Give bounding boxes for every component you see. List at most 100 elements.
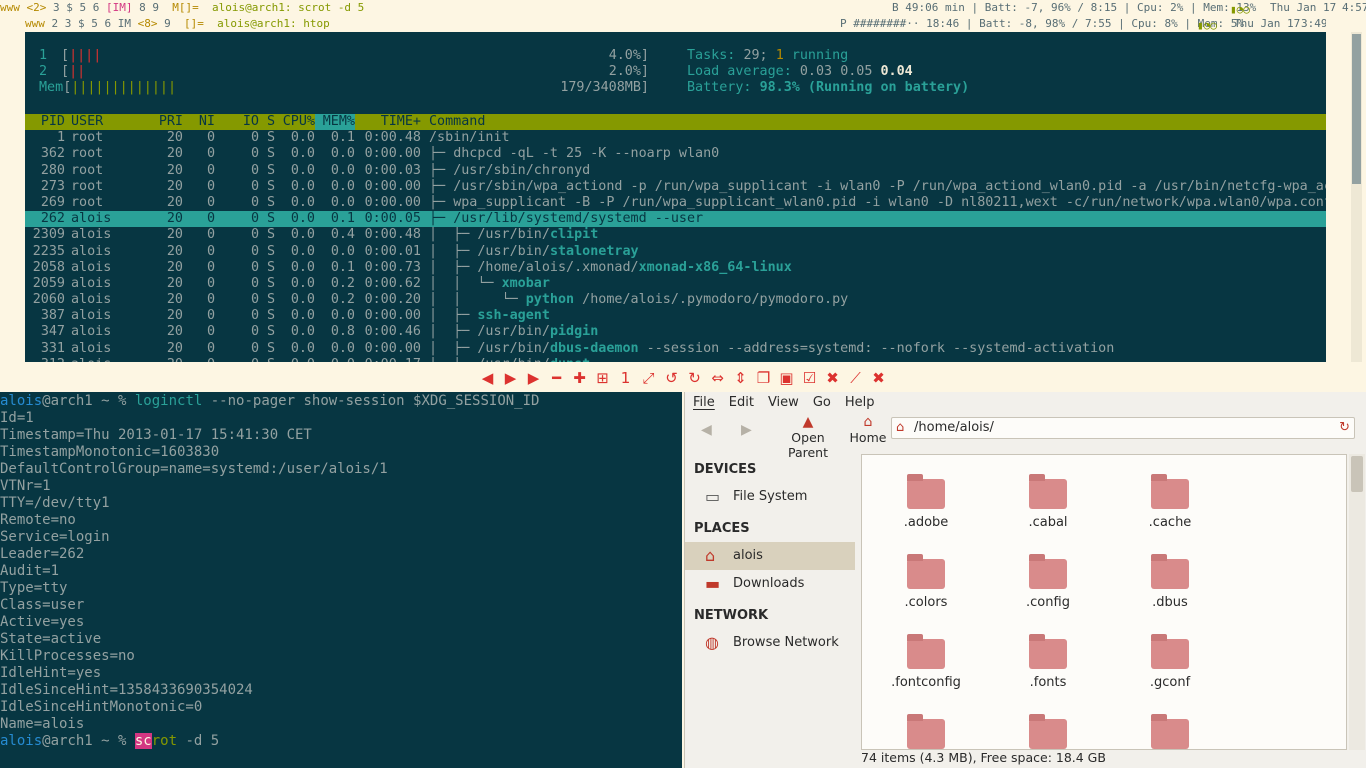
tray-icons[interactable]: ▮◔◯ xyxy=(1197,18,1217,32)
zoom-in-icon[interactable]: ✚ xyxy=(571,369,588,387)
scroll-thumb[interactable] xyxy=(1352,34,1361,184)
process-row[interactable]: 2058 alois 20 0 0 S 0.0 0.1 0:00.73 │ ├─ /home/al… xyxy=(25,260,1326,276)
htop-window[interactable]: 1[|||| 4.0%] 2[|| 2.0%] Mem[||||||||||||| 1… xyxy=(25,32,1326,362)
menu-view[interactable]: View xyxy=(768,392,799,414)
htop-meters: 1[|||| 4.0%] 2[|| 2.0%] Mem[||||||||||||| 1… xyxy=(25,32,1326,104)
prev-icon[interactable]: ◀ xyxy=(479,369,496,387)
scroll-thumb[interactable] xyxy=(1351,456,1363,492)
file-item[interactable]: .cabal xyxy=(993,474,1103,530)
file-item[interactable] xyxy=(993,714,1103,749)
file-item[interactable] xyxy=(1115,714,1225,749)
prompt-line-2[interactable]: alois@arch1 ~ % scrot -d 5 xyxy=(0,733,682,750)
process-row[interactable]: 2060 alois 20 0 0 S 0.0 0.2 0:00.20 │ │ └─ python… xyxy=(25,292,1326,308)
col-pid[interactable]: PID xyxy=(25,114,65,130)
process-row[interactable]: 262 alois 20 0 0 S 0.0 0.1 0:00.05 ├─ /usr/lib/sy… xyxy=(25,211,1326,228)
menu-help[interactable]: Help xyxy=(845,392,875,414)
cell-user: alois xyxy=(71,340,112,356)
cell-pri: 20 xyxy=(166,162,183,178)
process-row[interactable]: 2059 alois 20 0 0 S 0.0 0.2 0:00.62 │ │ └─ xmobar xyxy=(25,276,1326,292)
fit-icon[interactable]: ⊞ xyxy=(594,369,611,387)
col-io[interactable]: IO xyxy=(215,114,259,130)
forward-button[interactable]: ▶ xyxy=(741,422,752,438)
delete-icon[interactable]: ✖ xyxy=(870,369,887,387)
sidebar-item-home[interactable]: ⌂ alois xyxy=(685,542,855,570)
menu-go[interactable]: Go xyxy=(813,392,831,414)
file-item[interactable] xyxy=(871,714,981,749)
file-manager-window[interactable]: File Edit View Go Help ◀ ▶ ▲ Open Parent … xyxy=(684,392,1366,768)
col-user[interactable]: USER xyxy=(65,114,135,130)
output-line: Id=1 xyxy=(0,410,34,426)
cell-s: S xyxy=(266,130,275,146)
flip-vertical-icon[interactable]: ⇕ xyxy=(732,369,749,387)
process-row[interactable]: 331 alois 20 0 0 S 0.0 0.0 0:00.00 │ ├─ /usr/bin/… xyxy=(25,341,1326,357)
process-row[interactable]: 347 alois 20 0 0 S 0.0 0.8 0:00.46 │ ├─ /usr/bin/… xyxy=(25,324,1326,340)
back-button[interactable]: ◀ xyxy=(701,422,712,438)
workspace-list-2[interactable]: 8 9 xyxy=(139,1,159,14)
process-row[interactable]: 362 root 20 0 0 S 0.0 0.0 0:00.00 ├─ dhcpcd -qL -… xyxy=(25,146,1326,162)
process-row[interactable]: 280 root 20 0 0 S 0.0 0.0 0:00.03 ├─ /usr/sbin/ch… xyxy=(25,163,1326,179)
col-state[interactable]: S xyxy=(259,114,275,130)
close-icon[interactable]: ✖ xyxy=(824,369,841,387)
menu-file[interactable]: File xyxy=(693,392,715,414)
edit-icon[interactable]: ☑ xyxy=(801,369,818,387)
file-item[interactable]: .cache xyxy=(1115,474,1225,530)
process-row[interactable]: 273 root 20 0 0 S 0.0 0.0 0:00.00 ├─ /usr/sbin/wp… xyxy=(25,179,1326,195)
file-icon-view[interactable]: .adobe .cabal .cache .colors .config .dbus .fo… xyxy=(861,454,1347,750)
file-item[interactable]: .adobe xyxy=(871,474,981,530)
menu-edit[interactable]: Edit xyxy=(729,392,754,414)
reload-icon[interactable]: ↻ xyxy=(1339,418,1350,438)
sidebar-item-browse-network[interactable]: ◍ Browse Network xyxy=(685,629,855,657)
play-icon[interactable]: ▶ xyxy=(525,369,542,387)
file-item[interactable]: .gconf xyxy=(1115,634,1225,690)
process-row[interactable]: 387 alois 20 0 0 S 0.0 0.0 0:00.00 │ ├─ ssh-agent xyxy=(25,308,1326,324)
col-cpu[interactable]: CPU% xyxy=(275,114,315,130)
rotate-right-icon[interactable]: ↻ xyxy=(686,369,703,387)
workspace-im[interactable]: IM xyxy=(118,17,131,30)
file-item[interactable]: .colors xyxy=(871,554,981,610)
workspace-current[interactable]: <2> xyxy=(27,1,47,14)
workspace-www[interactable]: www xyxy=(25,17,45,30)
sidebar-item-downloads[interactable]: ▬ Downloads xyxy=(685,570,855,598)
flip-horizontal-icon[interactable]: ⇔ xyxy=(709,369,726,387)
file-item[interactable]: .fontconfig xyxy=(871,634,981,690)
process-row[interactable]: 269 root 20 0 0 S 0.0 0.0 0:00.00 ├─ wpa_supplica… xyxy=(25,195,1326,211)
process-row[interactable]: 1 root 20 0 0 S 0.0 0.1 0:00.48/sbin/init xyxy=(25,130,1326,146)
col-ni[interactable]: NI xyxy=(183,114,215,130)
zoom-out-icon[interactable]: ━ xyxy=(548,369,565,387)
sidebar-item-filesystem[interactable]: ▭ File System xyxy=(685,483,855,511)
workspace-list[interactable]: 3 $ 5 6 xyxy=(53,1,99,14)
workspace-current[interactable]: <8> xyxy=(138,17,158,30)
file-item[interactable]: .config xyxy=(993,554,1103,610)
process-list[interactable]: 1 root 20 0 0 S 0.0 0.1 0:00.48/sbin/init 362 root… xyxy=(25,130,1326,362)
col-mem-sorted[interactable]: MEM% xyxy=(315,114,355,131)
crop-icon[interactable]: ⟋ xyxy=(847,369,864,387)
cell-pri: 20 xyxy=(135,357,183,362)
process-row[interactable]: 2235 alois 20 0 0 S 0.0 0.0 0:00.01 │ ├─ /usr/bin… xyxy=(25,244,1326,260)
workspace-im[interactable]: [IM] xyxy=(106,1,133,14)
cell-time: 0:00.00 xyxy=(364,340,421,356)
col-pri[interactable]: PRI xyxy=(135,114,183,130)
file-item[interactable]: .dbus xyxy=(1115,554,1225,610)
rotate-left-icon[interactable]: ↺ xyxy=(663,369,680,387)
file-item[interactable]: .fonts xyxy=(993,634,1103,690)
col-command[interactable]: Command xyxy=(421,114,1326,130)
save-icon[interactable]: ▣ xyxy=(778,369,795,387)
location-bar[interactable]: ⌂ /home/alois/ ↻ xyxy=(891,417,1355,439)
cell-pid: 262 xyxy=(40,211,65,227)
workspace-9[interactable]: 9 xyxy=(164,17,171,30)
terminal-window[interactable]: alois@arch1 ~ % loginctl --no-pager show… xyxy=(0,392,682,768)
file-view-scrollbar[interactable] xyxy=(1349,454,1365,750)
next-icon[interactable]: ▶ xyxy=(502,369,519,387)
tray-icons[interactable]: ▮◔◯ xyxy=(1230,2,1250,16)
process-row[interactable]: 2309 alois 20 0 0 S 0.0 0.4 0:00.48 │ ├─ /usr/bin… xyxy=(25,227,1326,243)
workspace-www[interactable]: www xyxy=(0,1,20,14)
original-size-icon[interactable]: 1 xyxy=(617,369,634,387)
fullscreen-icon[interactable]: ⤢ xyxy=(640,369,657,387)
home-button[interactable]: ⌂ Home xyxy=(849,414,887,445)
copy-icon[interactable]: ❐ xyxy=(755,369,772,387)
process-row[interactable]: 312alois2000S0.00.00:00.17│ ├─ /usr/bin/… xyxy=(25,357,1326,362)
htop-scrollbar-area[interactable] xyxy=(1326,32,1366,362)
col-time[interactable]: TIME+ xyxy=(355,114,421,130)
process-table-header[interactable]: PID USER PRI NI IO S CPU% MEM% TIME+ Com… xyxy=(25,114,1326,131)
workspace-list[interactable]: 2 3 $ 5 6 xyxy=(52,17,112,30)
